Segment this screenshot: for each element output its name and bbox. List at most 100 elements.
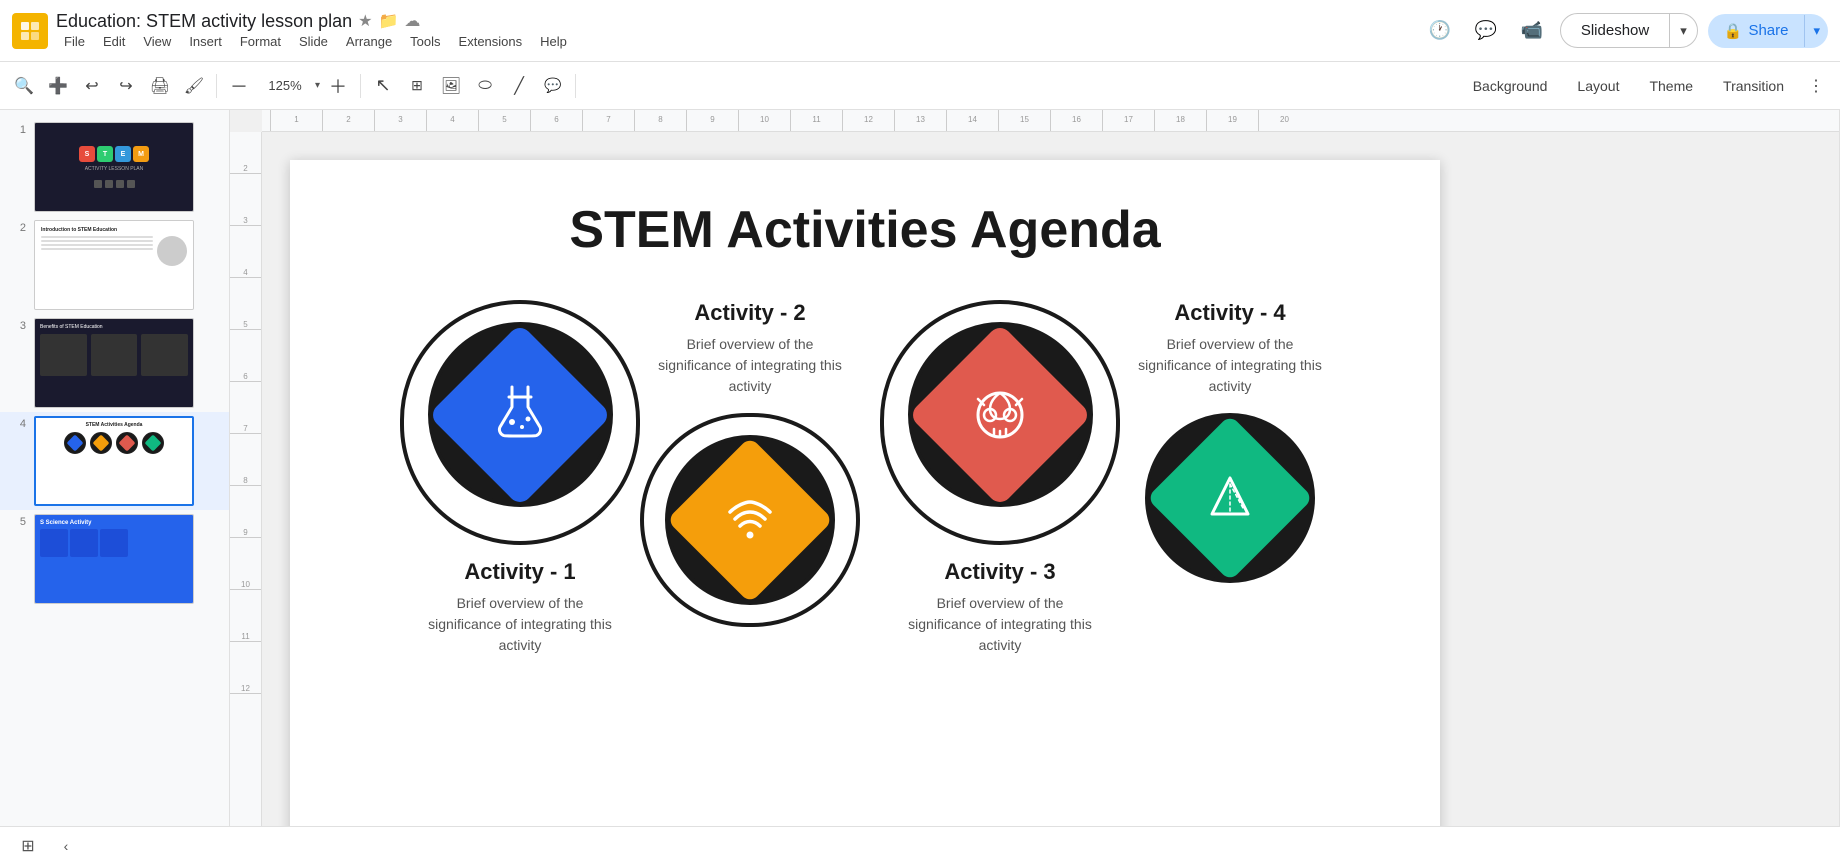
menu-bar: File Edit View Insert Format Slide Arran… xyxy=(56,32,575,51)
comment-icon[interactable]: 💬 xyxy=(1468,13,1504,49)
toolbar-divider-2 xyxy=(360,74,361,98)
slide-thumb-1: S T E M ACTIVITY LESSON PLAN xyxy=(34,122,194,212)
menu-insert[interactable]: Insert xyxy=(181,32,230,51)
slide-item-2[interactable]: 2 Introduction to STEM Education xyxy=(0,216,229,314)
wifi-icon xyxy=(720,490,780,550)
menu-help[interactable]: Help xyxy=(532,32,575,51)
activity-3-title: Activity - 3 xyxy=(900,559,1100,585)
activity-2-circle xyxy=(908,322,1093,507)
slide-number-1: 1 xyxy=(10,124,26,136)
share-button-group: 🔒 Share ▾ xyxy=(1708,14,1828,48)
zoom-control: － 125% ▾ ＋ xyxy=(223,70,354,102)
activity-1-desc: Brief overview of the significance of in… xyxy=(420,593,620,656)
collapse-panel-button[interactable]: ‹ xyxy=(52,832,80,860)
slide-panel: 1 S T E M ACTIVITY LESSON PLAN xyxy=(0,110,230,826)
slide-item-3[interactable]: 3 Benefits of STEM Education xyxy=(0,314,229,412)
toolbar-divider-1 xyxy=(216,74,217,98)
activity-4-diamond xyxy=(1147,415,1314,582)
menu-slide[interactable]: Slide xyxy=(291,32,336,51)
slide-item-1[interactable]: 1 S T E M ACTIVITY LESSON PLAN xyxy=(0,118,229,216)
slide-thumb-2: Introduction to STEM Education xyxy=(34,220,194,310)
camera-icon[interactable]: 📹 xyxy=(1514,13,1550,49)
menu-format[interactable]: Format xyxy=(232,32,289,51)
lock-icon: 🔒 xyxy=(1724,22,1743,40)
toolbar-divider-3 xyxy=(575,74,576,98)
layout-button[interactable]: Layout xyxy=(1563,72,1633,100)
theme-button[interactable]: Theme xyxy=(1635,72,1707,100)
menu-tools[interactable]: Tools xyxy=(402,32,448,51)
activity-2-title: Activity - 2 xyxy=(650,300,850,326)
activity-2-desc: Brief overview of the significance of in… xyxy=(650,334,850,397)
share-main-button[interactable]: 🔒 Share xyxy=(1708,14,1805,48)
header-right: 🕐 💬 📹 Slideshow ▾ 🔒 Share ▾ xyxy=(1422,13,1828,49)
slide-canvas: STEM Activities Agenda xyxy=(290,160,1440,826)
activity-1-pill xyxy=(400,300,640,545)
shape-tool[interactable]: ⬭ xyxy=(469,70,501,102)
title-bar: Education: STEM activity lesson plan ★ 📁… xyxy=(0,0,1840,62)
add-button[interactable]: ➕ xyxy=(42,70,74,102)
menu-file[interactable]: File xyxy=(56,32,93,51)
redo-button[interactable]: ↪ xyxy=(110,70,142,102)
activity-1-group: Activity - 1 Brief overview of the signi… xyxy=(400,300,640,656)
activity-1-diamond xyxy=(428,323,612,507)
folder-icon[interactable]: 📁 xyxy=(378,11,398,31)
image-tool[interactable]: 🖼 xyxy=(435,70,467,102)
zoom-out-button[interactable]: － xyxy=(223,70,255,102)
activity-3-pill xyxy=(640,413,860,627)
slide-thumb-4: STEM Activities Agenda xyxy=(34,416,194,506)
history-icon[interactable]: 🕐 xyxy=(1422,13,1458,49)
slide-number-3: 3 xyxy=(10,320,26,332)
zoom-dropdown-arrow[interactable]: ▾ xyxy=(315,80,320,91)
activities-container: Activity - 1 Brief overview of the signi… xyxy=(350,300,1380,826)
transition-button[interactable]: Transition xyxy=(1709,72,1798,100)
slide-item-5[interactable]: 5 S Science Activity xyxy=(0,510,229,608)
activity-2-text: Activity - 2 Brief overview of the signi… xyxy=(650,300,850,397)
ruler-left: 2 3 4 5 6 7 8 9 10 11 12 xyxy=(230,132,262,826)
comment-tool[interactable]: 💬 xyxy=(537,70,569,102)
menu-view[interactable]: View xyxy=(135,32,179,51)
activity-3-text: Activity - 3 Brief overview of the signi… xyxy=(900,559,1100,656)
activity-4-text: Activity - 4 Brief overview of the signi… xyxy=(1130,300,1330,397)
cloud-icon[interactable]: ☁ xyxy=(404,11,420,31)
print-button[interactable]: 🖨 xyxy=(144,70,176,102)
cone-icon xyxy=(1200,468,1260,528)
search-button[interactable]: 🔍 xyxy=(8,70,40,102)
zoom-in-button[interactable]: ＋ xyxy=(322,70,354,102)
slide-title: STEM Activities Agenda xyxy=(350,200,1380,260)
menu-extensions[interactable]: Extensions xyxy=(451,32,531,51)
menu-edit[interactable]: Edit xyxy=(95,32,133,51)
zoom-value[interactable]: 125% xyxy=(257,74,313,97)
slide-number-5: 5 xyxy=(10,516,26,528)
activity-4-circle xyxy=(1145,413,1315,583)
slideshow-button-group: Slideshow ▾ xyxy=(1560,13,1698,48)
cursor-tool[interactable]: ↖ xyxy=(367,70,399,102)
undo-button[interactable]: ↩ xyxy=(76,70,108,102)
activity-3-desc: Brief overview of the significance of in… xyxy=(900,593,1100,656)
activity-3-4-group: Activity - 3 Brief overview of the signi… xyxy=(880,300,1120,656)
transform-tool[interactable]: ⊞ xyxy=(401,70,433,102)
paint-format-button[interactable]: 🖌 xyxy=(178,70,210,102)
activity-2-diamond xyxy=(908,323,1092,507)
share-label: Share xyxy=(1748,22,1788,39)
canvas-area: 1 2 3 4 5 6 7 8 9 10 11 12 13 14 15 16 1… xyxy=(230,110,1839,826)
slideshow-dropdown-button[interactable]: ▾ xyxy=(1670,15,1697,47)
slideshow-main-button[interactable]: Slideshow xyxy=(1561,14,1670,47)
activity-1-circle xyxy=(428,322,613,507)
more-options-button[interactable]: ⋮ xyxy=(1800,70,1832,102)
activity-4-group: Activity - 4 Brief overview of the signi… xyxy=(1130,300,1330,583)
grid-view-button[interactable]: ⊞ xyxy=(12,830,44,862)
bottom-bar: ⊞ ‹ xyxy=(0,826,1840,864)
activity-4-title: Activity - 4 xyxy=(1130,300,1330,326)
slide-number-4: 4 xyxy=(10,418,26,430)
menu-arrange[interactable]: Arrange xyxy=(338,32,400,51)
doc-title[interactable]: Education: STEM activity lesson plan xyxy=(56,11,352,32)
star-icon[interactable]: ★ xyxy=(358,11,372,31)
ruler-top: 1 2 3 4 5 6 7 8 9 10 11 12 13 14 15 16 1… xyxy=(262,110,1839,132)
activity-1-text: Activity - 1 Brief overview of the signi… xyxy=(420,559,620,656)
background-button[interactable]: Background xyxy=(1459,72,1562,100)
slide-item-4[interactable]: 4 STEM Activities Agenda xyxy=(0,412,229,510)
app-icon xyxy=(12,13,48,49)
line-tool[interactable]: ╱ xyxy=(503,70,535,102)
activity-2-3-group: Activity - 2 Brief overview of the signi… xyxy=(640,300,860,627)
share-dropdown-button[interactable]: ▾ xyxy=(1804,15,1828,47)
